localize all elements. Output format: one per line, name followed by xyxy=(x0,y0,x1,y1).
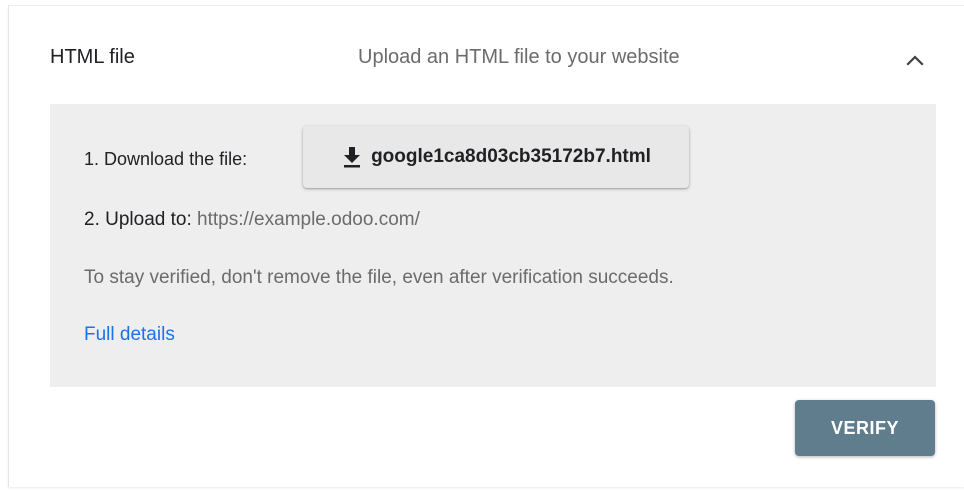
step-download-label: 1. Download the file: xyxy=(84,149,248,169)
collapse-button[interactable] xyxy=(897,42,933,78)
method-header[interactable]: HTML file Upload an HTML file to your we… xyxy=(9,6,964,104)
upload-url: https://example.odoo.com/ xyxy=(197,209,420,230)
method-description: Upload an HTML file to your website xyxy=(358,46,680,68)
instructions-panel: 1. Download the file: google1ca8d03cb351… xyxy=(50,104,936,387)
file-name: google1ca8d03cb35172b7.html xyxy=(371,146,651,167)
full-details-link[interactable]: Full details xyxy=(84,323,175,347)
download-icon xyxy=(341,145,363,169)
download-file-button[interactable]: google1ca8d03cb35172b7.html xyxy=(303,126,689,188)
step-upload-label: 2. Upload to: xyxy=(84,209,192,230)
chevron-up-icon xyxy=(906,55,924,66)
verify-button[interactable]: VERIFY xyxy=(795,400,935,456)
method-title: HTML file xyxy=(50,46,135,68)
step-upload: 2. Upload to: https://example.odoo.com/ xyxy=(84,208,420,232)
html-file-verification-card: HTML file Upload an HTML file to your we… xyxy=(8,5,964,487)
verification-note: To stay verified, don't remove the file,… xyxy=(84,267,674,288)
